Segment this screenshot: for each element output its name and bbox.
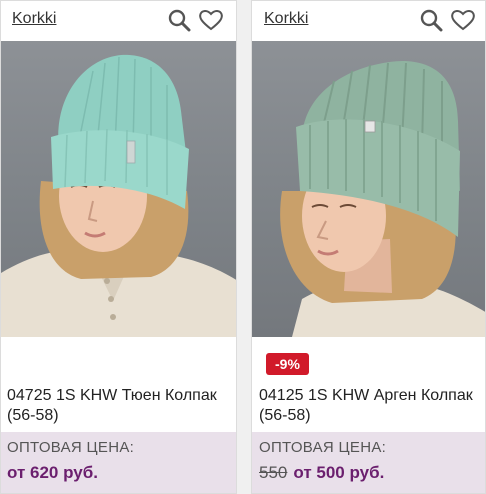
price-box: ОПТОВАЯ ЦЕНА: от 620 руб. bbox=[1, 432, 236, 493]
card-header: Korkki bbox=[1, 1, 236, 41]
price-value: 550 от 500 руб. bbox=[259, 463, 384, 483]
search-icon[interactable] bbox=[419, 8, 443, 32]
product-card[interactable]: Korkki bbox=[0, 0, 237, 494]
heart-icon[interactable] bbox=[198, 8, 223, 32]
price-label: ОПТОВАЯ ЦЕНА: bbox=[7, 439, 135, 456]
price-label: ОПТОВАЯ ЦЕНА: bbox=[259, 439, 387, 456]
price-box: ОПТОВАЯ ЦЕНА: 550 от 500 руб. bbox=[252, 432, 485, 493]
brand-link[interactable]: Korkki bbox=[12, 10, 56, 28]
card-header: Korkki bbox=[252, 1, 485, 41]
product-title[interactable]: 04725 1S KHW Тюен Колпак (56-58) bbox=[7, 386, 230, 426]
search-icon[interactable] bbox=[167, 8, 191, 32]
product-title[interactable]: 04125 1S KHW Арген Колпак (56-58) bbox=[259, 386, 479, 426]
heart-icon[interactable] bbox=[450, 8, 475, 32]
new-price: от 500 руб. bbox=[293, 463, 385, 482]
brand-link[interactable]: Korkki bbox=[264, 10, 308, 28]
product-image[interactable] bbox=[1, 41, 236, 337]
discount-badge: -9% bbox=[266, 353, 309, 375]
price-value: от 620 руб. bbox=[7, 463, 98, 482]
product-card[interactable]: Korkki bbox=[251, 0, 486, 494]
product-image[interactable] bbox=[252, 41, 485, 337]
old-price: 550 bbox=[259, 463, 288, 482]
